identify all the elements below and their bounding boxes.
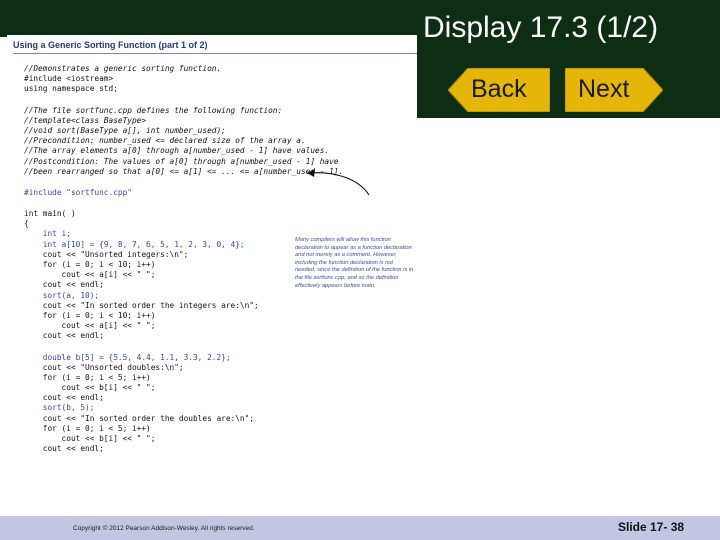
code-line: //void sort(BaseType a[], int number_use… [24,125,226,135]
code-line: cout << a[i] << " "; [24,321,156,331]
code-line: using namespace std; [24,84,118,94]
copyright-text: Copyright © 2012 Pearson Addison-Wesley.… [73,525,255,532]
code-line: cout << endl; [24,444,104,454]
code-line: cout << "In sorted order the integers ar… [24,300,259,310]
code-line: cout << endl; [24,331,104,341]
code-line: for (i = 0; i < 5; i++) [24,372,151,382]
code-line: for (i = 0; i < 5; i++) [24,423,151,433]
code-line: sort(a, 10); [24,290,100,300]
code-line: cout << b[i] << " "; [24,434,156,443]
code-line: sort(b, 5); [24,403,95,413]
code-line: //Postcondition: The values of a[0] thro… [24,156,339,166]
code-line: double b[5] = {5.5, 4.4, 1.1, 3.3, 2.2}; [24,352,231,362]
display-heading: Using a Generic Sorting Function (part 1… [13,40,208,50]
next-button-label: Next [578,75,630,103]
code-line: //The file sortfunc.cpp defines the foll… [24,105,283,115]
slide-number: Slide 17- 38 [618,520,685,534]
code-line: //template<class BaseType> [24,115,147,125]
annotation-arrow-icon [307,169,370,196]
slide-title: Display 17.3 (1/2) [423,11,659,44]
heading-divider [13,53,417,54]
slide-footer: Copyright © 2012 Pearson Addison-Wesley.… [0,516,720,540]
code-annotation: Many compilers will allow this function … [295,237,414,289]
code-line: cout << "Unsorted doubles:\n"; [24,362,184,372]
code-line: //Demonstrates a generic sorting functio… [24,64,222,73]
code-line: cout << "In sorted order the doubles are… [24,413,255,423]
code-line: int main( ) [24,209,76,219]
code-line: //The array elements a[0] through a[numb… [24,146,330,156]
back-button[interactable]: Back [448,68,550,112]
next-button[interactable]: Next [565,68,663,112]
code-line: //been rearranged so that a[0] <= a[1] <… [24,166,344,176]
code-line: cout << endl; [24,393,104,403]
code-line: #include <iostream> [24,74,114,84]
display-page: Using a Generic Sorting Function (part 1… [7,35,417,505]
code-line: { [24,219,29,229]
code-line: //Precondition: number_used <= declared … [24,136,306,146]
back-button-label: Back [471,75,527,103]
code-line: for (i = 0; i < 10; i++) [24,310,156,320]
code-line: cout << b[i] << " "; [24,383,156,393]
code-line: #include "sortfunc.cpp" [24,187,132,197]
